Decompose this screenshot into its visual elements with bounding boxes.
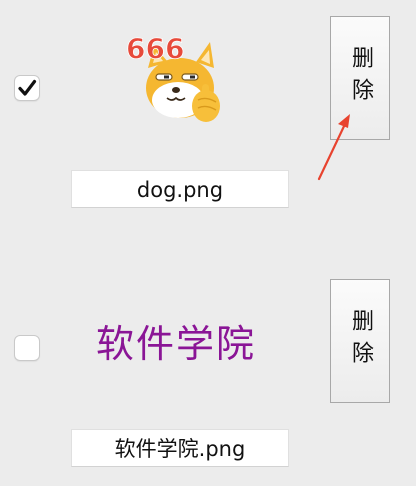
checkmark-icon xyxy=(18,79,37,96)
sticker-number-text: 666 xyxy=(126,32,184,65)
select-checkbox[interactable] xyxy=(14,75,40,101)
file-list-item: 666 dog.png 删除 xyxy=(0,0,416,243)
delete-button[interactable]: 删除 xyxy=(330,279,390,403)
delete-button-label: 删除 xyxy=(348,309,373,373)
file-list-item: 软件学院 软件学院.png 删除 xyxy=(0,243,416,486)
annotation-arrow-icon xyxy=(317,114,350,181)
select-checkbox[interactable] xyxy=(14,335,40,361)
image-thumbnail: 666 xyxy=(126,32,220,122)
filename-field: dog.png xyxy=(71,170,289,208)
filename-field: 软件学院.png xyxy=(71,429,289,467)
delete-button-label: 删除 xyxy=(348,46,373,110)
image-thumbnail-text: 软件学院 xyxy=(96,322,257,366)
